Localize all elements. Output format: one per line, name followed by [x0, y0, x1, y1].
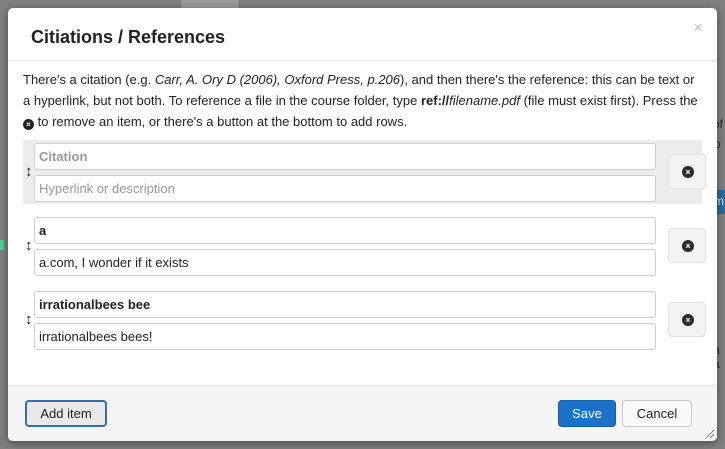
instructions-part: to remove an item, or there's a button a…: [34, 114, 408, 129]
remove-row-button[interactable]: ×: [668, 228, 706, 263]
hyperlink-input[interactable]: [34, 323, 656, 350]
remove-circle-icon: ×: [682, 166, 694, 178]
ref-prefix: ref://: [420, 93, 450, 108]
remove-row-button[interactable]: ×: [668, 302, 706, 337]
dialog-header: Citiations / References ×: [8, 8, 717, 61]
save-button[interactable]: Save: [558, 400, 616, 427]
remove-row-button[interactable]: ×: [668, 154, 706, 189]
dialog-footer: Add item Save Cancel: [8, 385, 717, 441]
ref-filename: filename.pdf: [449, 93, 520, 108]
hyperlink-input[interactable]: [34, 175, 656, 202]
add-item-button[interactable]: Add item: [25, 400, 107, 427]
remove-circle-icon: ×: [682, 240, 694, 252]
reference-row: ↕ ×: [23, 288, 706, 352]
citations-dialog: Citiations / References × There's a cita…: [8, 8, 717, 441]
reference-row: ↕ ×: [23, 140, 706, 204]
background-indicator: [0, 240, 4, 250]
remove-circle-icon: ×: [682, 314, 694, 326]
dialog-title: Citiations / References: [31, 27, 226, 47]
hyperlink-input[interactable]: [34, 249, 656, 276]
citation-input[interactable]: [34, 291, 656, 318]
citation-input[interactable]: [34, 217, 656, 244]
citation-input[interactable]: [34, 143, 656, 170]
close-icon[interactable]: ×: [693, 19, 703, 36]
remove-circle-icon: ×: [23, 119, 34, 130]
instructions-part: (file must exist first). Press the: [519, 93, 698, 108]
resize-grip-icon[interactable]: [706, 430, 714, 438]
example-citation: Carr, A. Ory D (2006), Oxford Press, p.2…: [154, 72, 400, 87]
reference-row: ↕ ×: [23, 214, 706, 278]
cancel-button[interactable]: Cancel: [622, 400, 692, 427]
instructions-text: There's a citation (e.g. Carr, A. Ory D …: [23, 69, 703, 132]
instructions-part: There's a citation (e.g.: [23, 72, 155, 87]
